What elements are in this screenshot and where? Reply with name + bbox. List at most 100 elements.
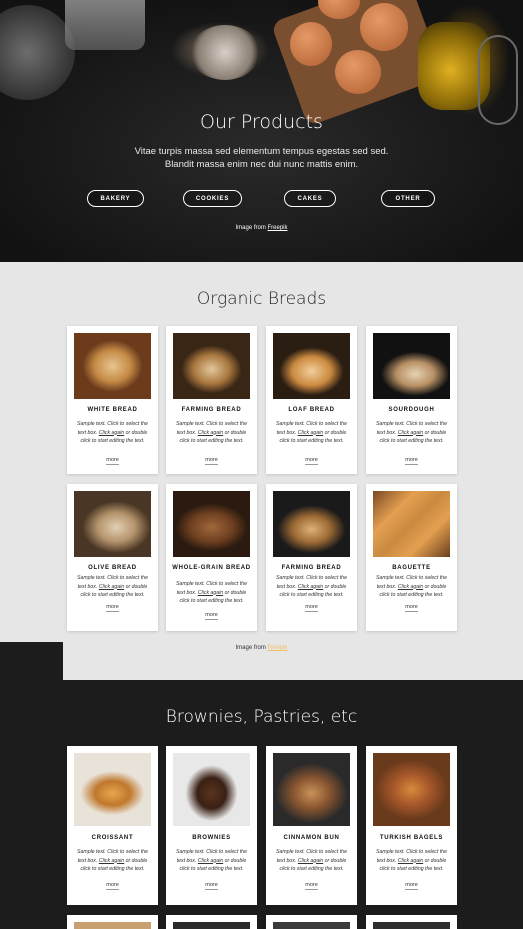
product-card-farming-bread-2[interactable]: FARMING BREAD Sample text. Click to sele… — [266, 484, 357, 631]
farming-bread-image — [273, 491, 350, 557]
product-image — [173, 922, 250, 929]
product-name: BAGUETTE — [392, 565, 431, 571]
product-card-partial[interactable] — [67, 915, 158, 929]
product-description: Sample text. Click to select the text box… — [77, 849, 148, 872]
click-again-link[interactable]: Click again — [198, 430, 223, 436]
flour-decoration — [190, 25, 260, 80]
freepik-link[interactable]: Freepik — [268, 645, 288, 651]
more-link[interactable]: more — [67, 882, 158, 890]
click-again-link[interactable]: Click again — [298, 430, 323, 436]
more-link[interactable]: more — [166, 882, 257, 890]
click-again-link[interactable]: Click again — [298, 858, 323, 864]
egg-decoration — [360, 3, 408, 51]
product-card-loaf-bread[interactable]: LOAF BREAD Sample text. Click to select … — [266, 326, 357, 474]
farming-bread-image — [173, 333, 250, 399]
hero-section: Our Products Vitae turpis massa sed elem… — [0, 0, 523, 262]
more-link[interactable]: more — [266, 604, 357, 612]
organic-breads-section: Organic Breads WHITE BREAD Sample text. … — [0, 262, 523, 680]
organic-image-credit: Image from Freepik — [0, 645, 523, 651]
bowl-decoration — [0, 5, 75, 100]
turkish-bagels-image — [373, 753, 450, 826]
product-name: LOAF BREAD — [288, 407, 335, 413]
product-description: Sample text. Click to select the text box… — [376, 421, 447, 444]
baguette-image — [373, 491, 450, 557]
click-again-link[interactable]: Click again — [99, 430, 124, 436]
product-name: CROISSANT — [91, 835, 134, 841]
click-again-link[interactable]: Click again — [398, 858, 423, 864]
click-again-link[interactable]: Click again — [198, 590, 223, 596]
product-description: Sample text. Click to select the text box… — [77, 421, 148, 444]
freepik-link[interactable]: Freepik — [268, 225, 288, 231]
product-description: Sample text. Click to select the text box… — [176, 849, 247, 872]
product-description: Sample text. Click to select the text box… — [176, 581, 247, 604]
product-name: WHITE BREAD — [87, 407, 138, 413]
click-again-link[interactable]: Click again — [398, 584, 423, 590]
bakery-button[interactable]: BAKERY — [87, 190, 144, 207]
cookies-button[interactable]: COOKIES — [183, 190, 242, 207]
other-button[interactable]: OTHER — [381, 190, 435, 207]
product-description: Sample text. Click to select the text box… — [376, 575, 447, 598]
white-bread-image — [74, 333, 151, 399]
product-name: OLIVE BREAD — [88, 565, 137, 571]
organic-breads-title: Organic Breads — [196, 289, 327, 309]
more-link[interactable]: more — [366, 457, 457, 465]
cakes-button[interactable]: CAKES — [284, 190, 336, 207]
olive-bread-image — [74, 491, 151, 557]
product-image — [273, 922, 350, 929]
product-description: Sample text. Click to select the text box… — [376, 849, 447, 872]
hero-title: Our Products — [200, 111, 323, 133]
hero-subtitle-line2: Blandit massa enim nec dui nunc mattis e… — [164, 159, 359, 170]
product-card-whole-grain-bread[interactable]: WHOLE-GRAIN BREAD Sample text. Click to … — [166, 484, 257, 631]
more-link[interactable]: more — [166, 612, 257, 620]
decorative-dark-block — [0, 642, 63, 680]
brownies-pastries-section: Brownies, Pastries, etc CROISSANT Sample… — [0, 680, 523, 929]
product-card-olive-bread[interactable]: OLIVE BREAD Sample text. Click to select… — [67, 484, 158, 631]
product-card-partial[interactable] — [166, 915, 257, 929]
whole-grain-bread-image — [173, 491, 250, 557]
product-description: Sample text. Click to select the text box… — [276, 421, 347, 444]
croissant-image — [74, 753, 151, 826]
product-card-white-bread[interactable]: WHITE BREAD Sample text. Click to select… — [67, 326, 158, 474]
product-image — [373, 922, 450, 929]
hero-image-credit: Image from Freepik — [0, 225, 523, 231]
click-again-link[interactable]: Click again — [298, 584, 323, 590]
product-card-brownies[interactable]: BROWNIES Sample text. Click to select th… — [166, 746, 257, 905]
product-name: FARMING BREAD — [281, 565, 342, 571]
more-link[interactable]: more — [366, 604, 457, 612]
product-card-croissant[interactable]: CROISSANT Sample text. Click to select t… — [67, 746, 158, 905]
hero-subtitle-line1: Vitae turpis massa sed elementum tempus … — [134, 146, 389, 157]
egg-decoration — [290, 22, 332, 66]
product-name: FARMING BREAD — [181, 407, 242, 413]
product-name: CINNAMON BUN — [283, 835, 340, 841]
product-name: WHOLE-GRAIN BREAD — [172, 565, 251, 571]
product-card-partial[interactable] — [266, 915, 357, 929]
click-again-link[interactable]: Click again — [198, 858, 223, 864]
more-link[interactable]: more — [266, 882, 357, 890]
product-card-turkish-bagels[interactable]: TURKISH BAGELS Sample text. Click to sel… — [366, 746, 457, 905]
product-card-farming-bread[interactable]: FARMING BREAD Sample text. Click to sele… — [166, 326, 257, 474]
loaf-bread-image — [273, 333, 350, 399]
cinnamon-bun-image — [273, 753, 350, 826]
more-link[interactable]: more — [67, 604, 158, 612]
product-card-cinnamon-bun[interactable]: CINNAMON BUN Sample text. Click to selec… — [266, 746, 357, 905]
click-again-link[interactable]: Click again — [99, 858, 124, 864]
brownies-image — [173, 753, 250, 826]
product-description: Sample text. Click to select the text box… — [276, 575, 347, 598]
more-link[interactable]: more — [366, 882, 457, 890]
product-image — [74, 922, 151, 929]
more-link[interactable]: more — [266, 457, 357, 465]
more-link[interactable]: more — [67, 457, 158, 465]
product-card-baguette[interactable]: BAGUETTE Sample text. Click to select th… — [366, 484, 457, 631]
product-card-partial[interactable] — [366, 915, 457, 929]
brownies-title: Brownies, Pastries, etc — [165, 707, 358, 727]
more-link[interactable]: more — [166, 457, 257, 465]
credit-prefix: Image from — [235, 645, 266, 651]
product-description: Sample text. Click to select the text box… — [276, 849, 347, 872]
click-again-link[interactable]: Click again — [398, 430, 423, 436]
click-again-link[interactable]: Click again — [99, 584, 124, 590]
product-card-sourdough[interactable]: SOURDOUGH Sample text. Click to select t… — [366, 326, 457, 474]
product-description: Sample text. Click to select the text box… — [77, 575, 148, 598]
product-name: SOURDOUGH — [388, 407, 435, 413]
egg-decoration — [335, 50, 381, 94]
jar-decoration — [65, 0, 145, 50]
